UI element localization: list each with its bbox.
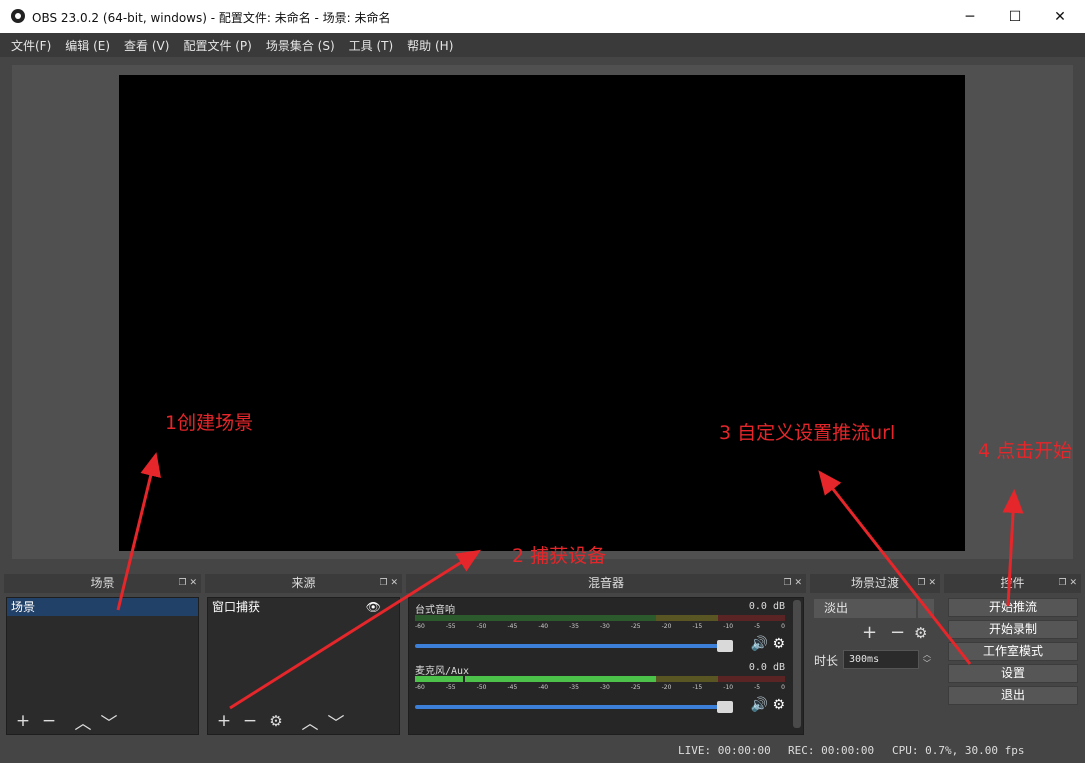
annotation-arrows xyxy=(116,452,1024,710)
arrow-step4 xyxy=(1002,489,1024,607)
arrow-step1 xyxy=(116,452,161,611)
arrow-step3 xyxy=(818,470,972,665)
arrow-step2 xyxy=(229,549,482,710)
